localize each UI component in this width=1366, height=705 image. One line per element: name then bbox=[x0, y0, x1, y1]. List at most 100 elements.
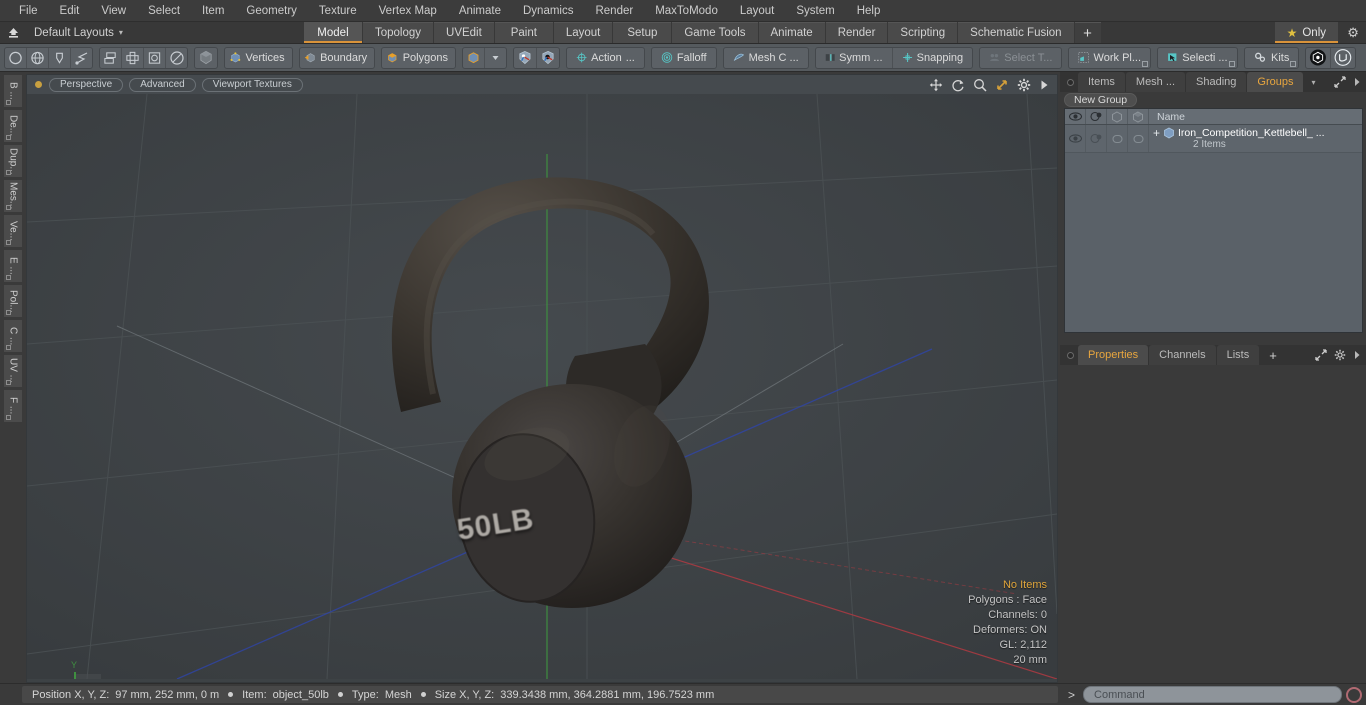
left-palette-tab-basic[interactable]: B ... bbox=[3, 74, 23, 108]
rotate-icon[interactable] bbox=[951, 78, 965, 92]
falloff-button[interactable]: Falloff bbox=[652, 48, 716, 68]
snapping-button[interactable]: Snapping bbox=[893, 48, 973, 68]
col-shaded-icon[interactable] bbox=[1128, 109, 1149, 124]
tab-topology[interactable]: Topology bbox=[362, 22, 434, 43]
left-palette-tab-vertex[interactable]: Ve... bbox=[3, 214, 23, 248]
menu-item-item[interactable]: Item bbox=[191, 0, 235, 22]
item-mode-dropdown-caret-icon[interactable] bbox=[485, 48, 506, 68]
globe-tool-icon[interactable] bbox=[27, 47, 49, 68]
fit-icon[interactable] bbox=[995, 78, 1009, 92]
menu-item-maxtomodo[interactable]: MaxToModo bbox=[644, 0, 729, 22]
properties-options-arrow-icon[interactable] bbox=[1353, 350, 1361, 360]
menu-item-help[interactable]: Help bbox=[846, 0, 892, 22]
menu-item-dynamics[interactable]: Dynamics bbox=[512, 0, 584, 22]
menu-item-render[interactable]: Render bbox=[584, 0, 644, 22]
bevel-tool-icon[interactable] bbox=[144, 47, 166, 68]
viewport-projection-dropdown[interactable]: Perspective bbox=[49, 77, 124, 92]
tab-shading[interactable]: Shading bbox=[1186, 72, 1247, 92]
tab-uvedit[interactable]: UVEdit bbox=[434, 22, 494, 43]
move-icon[interactable] bbox=[929, 78, 943, 92]
menu-item-geometry[interactable]: Geometry bbox=[235, 0, 308, 22]
selection-set-button[interactable]: Selecti ... bbox=[1158, 48, 1237, 68]
gear-icon[interactable] bbox=[1017, 78, 1031, 92]
pivot-action-icon[interactable] bbox=[537, 48, 559, 68]
play-icon[interactable] bbox=[1039, 79, 1049, 91]
left-palette-tab-duplicate[interactable]: Dup... bbox=[3, 144, 23, 178]
item-mode-button[interactable] bbox=[463, 47, 485, 68]
panel-menu-dot-icon[interactable] bbox=[1062, 72, 1078, 92]
only-toggle-button[interactable]: ★ Only bbox=[1274, 22, 1339, 43]
tab-items[interactable]: Items bbox=[1078, 72, 1125, 92]
tab-schematic-fusion[interactable]: Schematic Fusion bbox=[958, 22, 1074, 43]
properties-menu-dot-icon[interactable] bbox=[1062, 345, 1078, 365]
tab-channels[interactable]: Channels bbox=[1149, 345, 1216, 365]
viewport-shading-dropdown[interactable]: Advanced bbox=[129, 77, 196, 92]
cube-select-icon[interactable] bbox=[195, 48, 217, 68]
properties-maximize-icon[interactable] bbox=[1315, 349, 1327, 361]
tab-layout[interactable]: Layout bbox=[553, 22, 613, 43]
mesh-constraint-button[interactable]: Mesh C ... bbox=[724, 48, 808, 68]
panel-splitter[interactable] bbox=[1060, 333, 1366, 345]
left-palette-tab-curve[interactable]: C ... bbox=[3, 319, 23, 353]
col-wireframe-icon[interactable] bbox=[1107, 109, 1128, 124]
left-palette-tab-edge[interactable]: E ... bbox=[3, 249, 23, 283]
menu-item-layout[interactable]: Layout bbox=[729, 0, 786, 22]
home-up-icon[interactable] bbox=[0, 22, 26, 43]
array-tool-icon[interactable] bbox=[100, 47, 122, 68]
pen-tool-icon[interactable] bbox=[49, 47, 71, 68]
properties-gear-icon[interactable] bbox=[1334, 349, 1346, 361]
record-macro-icon[interactable] bbox=[1346, 686, 1362, 703]
tab-scripting[interactable]: Scripting bbox=[888, 22, 958, 43]
col-render-icon[interactable] bbox=[1086, 109, 1107, 124]
left-palette-tab-deform[interactable]: De... bbox=[3, 109, 23, 143]
command-input[interactable]: Command bbox=[1083, 686, 1342, 703]
row-wireframe-toggle[interactable] bbox=[1107, 125, 1128, 152]
tab-properties[interactable]: Properties bbox=[1078, 345, 1149, 365]
sphereo-tool-icon[interactable] bbox=[166, 48, 187, 68]
tab-render[interactable]: Render bbox=[825, 22, 888, 43]
viewport-menu-dot-icon[interactable] bbox=[35, 81, 42, 88]
curve-tool-icon[interactable] bbox=[71, 48, 92, 68]
tab-mesh[interactable]: Mesh ... bbox=[1125, 72, 1186, 92]
tab-animate[interactable]: Animate bbox=[758, 22, 825, 43]
tab-lists[interactable]: Lists bbox=[1216, 345, 1260, 365]
symmetry-button[interactable]: Symm ... bbox=[816, 47, 893, 68]
menu-item-vertex-map[interactable]: Vertex Map bbox=[368, 0, 448, 22]
circle-tool-icon[interactable] bbox=[5, 47, 27, 68]
select-through-button[interactable]: Select T... bbox=[980, 48, 1061, 68]
menu-item-system[interactable]: System bbox=[785, 0, 845, 22]
default-layouts-dropdown[interactable]: Default Layouts ▾ bbox=[26, 22, 131, 43]
viewport-3d[interactable]: Y X Z 50LB No Items Polygons : Face Chan… bbox=[26, 94, 1058, 683]
menu-item-texture[interactable]: Texture bbox=[308, 0, 368, 22]
tab-model[interactable]: Model bbox=[303, 22, 362, 43]
mirror-tool-icon[interactable] bbox=[122, 47, 144, 68]
add-panel-tab-button[interactable]: + bbox=[1260, 345, 1286, 365]
panel-options-arrow-icon[interactable] bbox=[1353, 77, 1361, 87]
group-list-empty-area[interactable] bbox=[1065, 153, 1362, 332]
left-palette-tab-polygon[interactable]: Pol... bbox=[3, 284, 23, 318]
menu-item-select[interactable]: Select bbox=[137, 0, 191, 22]
menu-item-animate[interactable]: Animate bbox=[448, 0, 512, 22]
kits-button[interactable]: Kits bbox=[1245, 48, 1299, 68]
new-group-button[interactable]: New Group bbox=[1064, 93, 1138, 107]
polygons-mode-button[interactable]: Polygons bbox=[382, 48, 455, 68]
vertices-mode-button[interactable]: Vertices bbox=[225, 48, 292, 68]
menu-item-view[interactable]: View bbox=[90, 0, 137, 22]
tab-paint[interactable]: Paint bbox=[494, 22, 553, 43]
zoom-icon[interactable] bbox=[973, 78, 987, 92]
tab-setup[interactable]: Setup bbox=[613, 22, 672, 43]
gear-icon[interactable]: ⚙ bbox=[1340, 22, 1366, 43]
add-tab-button[interactable]: + bbox=[1074, 22, 1101, 43]
viewport-textures-dropdown[interactable]: Viewport Textures bbox=[201, 77, 303, 92]
properties-panel-body[interactable] bbox=[1060, 365, 1366, 683]
substance-icon[interactable] bbox=[1306, 47, 1332, 68]
work-plane-button[interactable]: Work Pl... bbox=[1069, 48, 1150, 68]
row-render-icon[interactable] bbox=[1086, 125, 1107, 152]
row-visibility-eye-icon[interactable] bbox=[1065, 125, 1086, 152]
center-action-icon[interactable] bbox=[514, 47, 537, 68]
panel-tabs-overflow-caret-icon[interactable]: ▾ bbox=[1304, 72, 1322, 92]
row-shaded-toggle[interactable] bbox=[1128, 125, 1149, 152]
col-visibility-eye-icon[interactable] bbox=[1065, 109, 1086, 124]
tab-game-tools[interactable]: Game Tools bbox=[672, 22, 758, 43]
left-palette-tab-uv[interactable]: UV ... bbox=[3, 354, 23, 388]
